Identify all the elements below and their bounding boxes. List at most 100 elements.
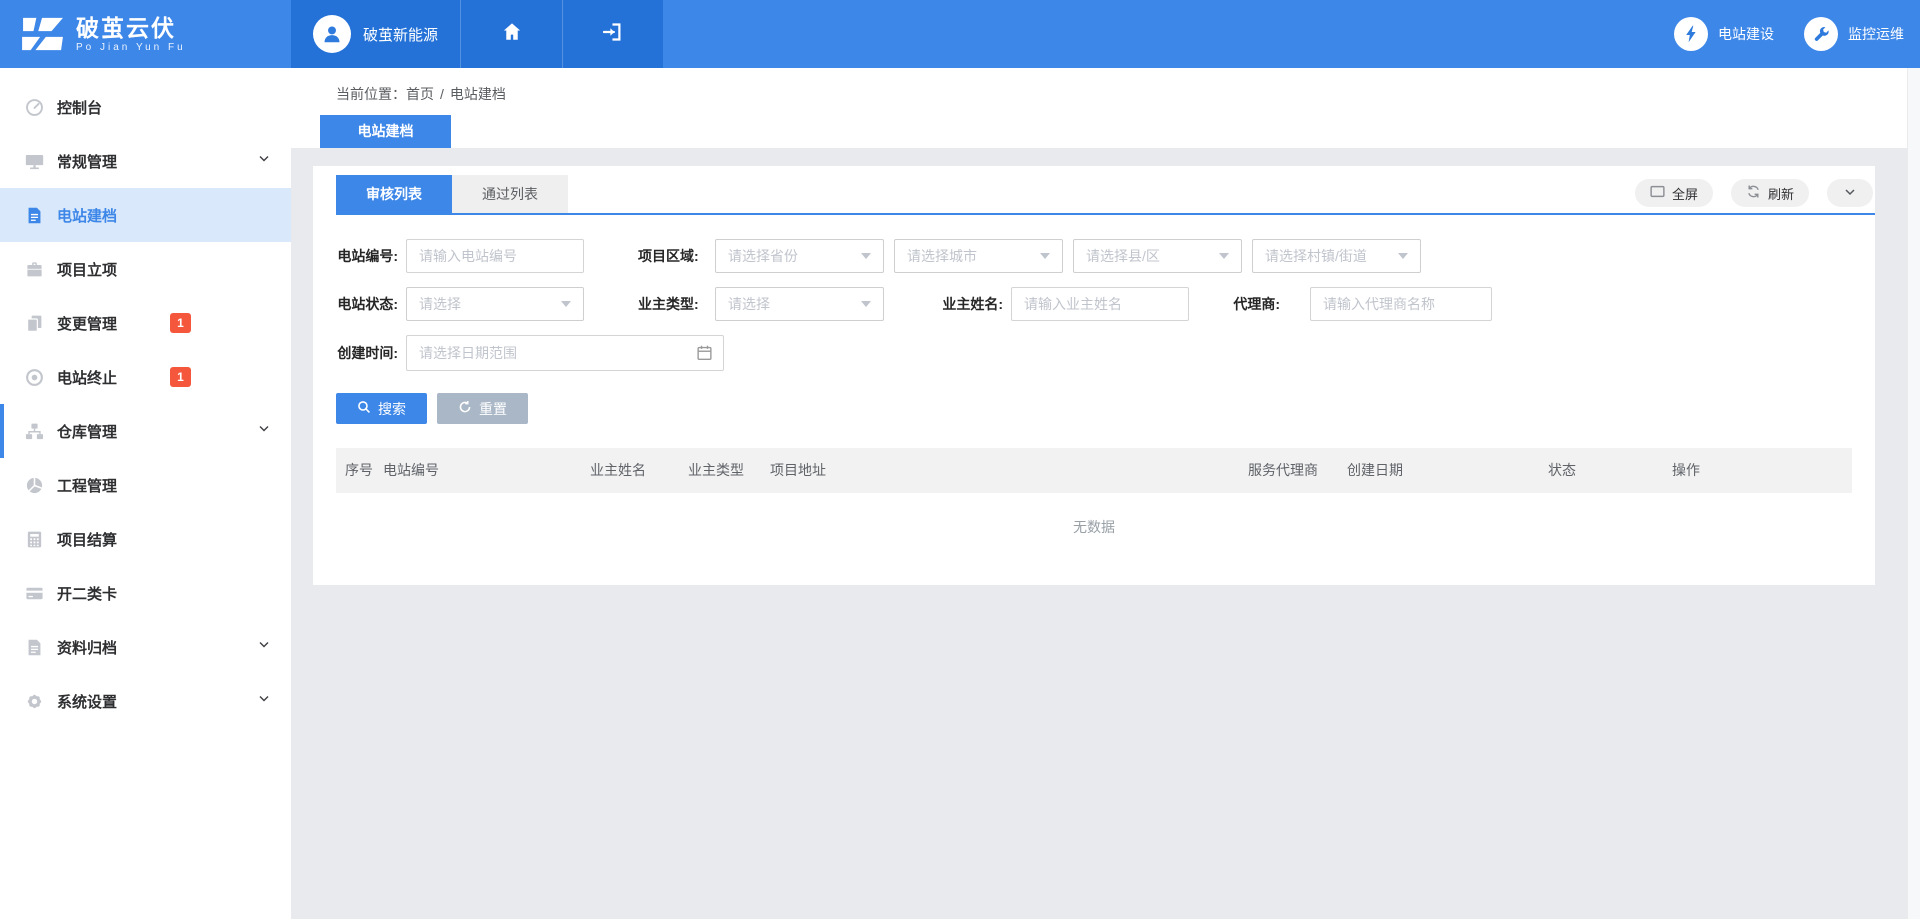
sidebar-item-open-class2-card[interactable]: 开二类卡 <box>0 566 291 620</box>
user-avatar-icon <box>313 15 351 53</box>
calculator-icon <box>25 530 44 549</box>
app-header: 破茧云伏 Po Jian Yun Fu 破茧新能源 <box>0 0 1920 68</box>
sidebar-item-console[interactable]: 控制台 <box>0 80 291 134</box>
chevron-down-icon <box>1843 185 1857 202</box>
caret-down-icon <box>861 253 871 259</box>
collapse-button[interactable] <box>1827 179 1873 207</box>
home-button[interactable] <box>460 0 562 68</box>
wrench-icon <box>1804 17 1838 51</box>
col-actions: 操作 <box>1672 448 1700 493</box>
sidebar-item-system-settings[interactable]: 系统设置 <box>0 674 291 728</box>
col-seq: 序号 <box>345 448 373 493</box>
filter-row-2: 电站状态: 请选择 业主类型: 请选择 业主姓名: 代理商: <box>336 287 1852 321</box>
notification-badge: 1 <box>170 367 191 387</box>
briefcase-icon <box>25 260 44 279</box>
caret-down-icon <box>561 301 571 307</box>
home-icon <box>501 21 523 48</box>
col-create-date: 创建日期 <box>1347 448 1403 493</box>
caret-down-icon <box>1040 253 1050 259</box>
col-project-address: 项目地址 <box>770 448 826 493</box>
nav-label: 电站建设 <box>1718 24 1774 44</box>
city-select[interactable]: 请选择城市 <box>894 239 1063 273</box>
gear-icon <box>25 692 44 711</box>
village-select[interactable]: 请选择村镇/街道 <box>1252 239 1421 273</box>
create-time-label: 创建时间: <box>336 343 406 363</box>
col-station-no: 电站编号 <box>383 448 439 493</box>
calendar-icon[interactable] <box>696 344 713 366</box>
sidebar-item-change-mgmt[interactable]: 变更管理 1 <box>0 296 291 350</box>
fullscreen-button[interactable]: 全屏 <box>1635 179 1713 207</box>
col-owner-name: 业主姓名 <box>590 448 646 493</box>
sidebar-item-general-mgmt[interactable]: 常规管理 <box>0 134 291 188</box>
sidebar-item-project-initiation[interactable]: 项目立项 <box>0 242 291 296</box>
refresh-icon <box>1746 184 1761 202</box>
logout-button[interactable] <box>562 0 663 68</box>
caret-down-icon <box>861 301 871 307</box>
col-status: 状态 <box>1548 448 1576 493</box>
lightning-icon <box>1674 17 1708 51</box>
sidebar-item-station-filing[interactable]: 电站建档 <box>0 188 291 242</box>
page-tab-station-filing[interactable]: 电站建档 <box>320 115 451 148</box>
province-select[interactable]: 请选择省份 <box>715 239 884 273</box>
region-label: 项目区域: <box>638 246 705 266</box>
sidebar-item-station-termination[interactable]: 电站终止 1 <box>0 350 291 404</box>
col-service-agent: 服务代理商 <box>1248 448 1318 493</box>
filter-form: 电站编号: 项目区域: 请选择省份 请选择城市 请选择县/区 <box>336 239 1852 371</box>
current-tenant[interactable]: 破茧新能源 <box>291 0 460 68</box>
filter-row-3: 创建时间: <box>336 335 1852 371</box>
filter-row-1: 电站编号: 项目区域: 请选择省份 请选择城市 请选择县/区 <box>336 239 1852 273</box>
monitor-icon <box>25 152 44 171</box>
owner-name-input[interactable] <box>1011 287 1189 321</box>
search-icon <box>357 400 371 417</box>
archive-icon <box>25 638 44 657</box>
brand-logo[interactable]: 破茧云伏 Po Jian Yun Fu <box>0 0 291 68</box>
station-status-label: 电站状态: <box>336 294 406 314</box>
sidebar-item-data-archive[interactable]: 资料归档 <box>0 620 291 674</box>
sidebar-item-warehouse-mgmt[interactable]: 仓库管理 <box>0 404 291 458</box>
breadcrumb-prefix: 当前位置： <box>336 86 406 102</box>
station-no-label: 电站编号: <box>336 246 406 266</box>
reset-icon <box>458 400 472 417</box>
nav-station-construction[interactable]: 电站建设 <box>1674 17 1774 51</box>
caret-down-icon <box>1219 253 1229 259</box>
vertical-scrollbar[interactable] <box>1907 68 1920 919</box>
header-nav: 破茧新能源 <box>291 0 663 68</box>
app-root: 破茧云伏 Po Jian Yun Fu 破茧新能源 <box>0 0 1920 919</box>
breadcrumb-current: 电站建档 <box>450 86 506 102</box>
station-status-select[interactable]: 请选择 <box>406 287 584 321</box>
logo-icon <box>20 15 66 53</box>
signin-icon <box>602 21 624 48</box>
date-range-input[interactable] <box>406 335 724 371</box>
panel-toolbar: 全屏 刷新 <box>1635 179 1873 207</box>
chevron-down-icon <box>257 692 271 711</box>
sidebar-item-engineering-mgmt[interactable]: 工程管理 <box>0 458 291 512</box>
nav-monitoring[interactable]: 监控运维 <box>1804 17 1904 51</box>
caret-down-icon <box>1398 253 1408 259</box>
search-button[interactable]: 搜索 <box>336 393 427 424</box>
header-apps: 电站建设 监控运维 <box>1674 0 1920 68</box>
sidebar: 控制台 常规管理 电站建档 项目立项 <box>0 68 291 919</box>
station-no-input[interactable] <box>406 239 584 273</box>
panel-tabs: 审核列表 通过列表 全屏 刷新 <box>336 166 1875 215</box>
dashboard-icon <box>25 98 44 117</box>
breadcrumb-home[interactable]: 首页 <box>406 86 434 102</box>
fullscreen-icon <box>1650 184 1665 202</box>
document-icon <box>25 206 44 225</box>
agent-label: 代理商: <box>1231 294 1288 314</box>
date-range-field <box>406 335 724 371</box>
tab-review-list[interactable]: 审核列表 <box>336 175 452 213</box>
record-icon <box>25 368 44 387</box>
tab-approved-list[interactable]: 通过列表 <box>452 175 568 213</box>
sidebar-item-project-settlement[interactable]: 项目结算 <box>0 512 291 566</box>
empty-state: 无数据 <box>336 493 1852 583</box>
owner-type-select[interactable]: 请选择 <box>715 287 884 321</box>
piechart-icon <box>25 476 44 495</box>
results-table: 序号 电站编号 业主姓名 业主类型 项目地址 服务代理商 创建日期 状态 操作 … <box>336 448 1852 583</box>
county-select[interactable]: 请选择县/区 <box>1073 239 1242 273</box>
refresh-button[interactable]: 刷新 <box>1731 179 1809 207</box>
card-icon <box>25 584 44 603</box>
logo-title: 破茧云伏 <box>76 16 186 40</box>
reset-button[interactable]: 重置 <box>437 393 528 424</box>
agent-input[interactable] <box>1310 287 1492 321</box>
main-area: 当前位置：首页/电站建档 电站建档 审核列表 通过列表 全屏 <box>291 68 1920 919</box>
